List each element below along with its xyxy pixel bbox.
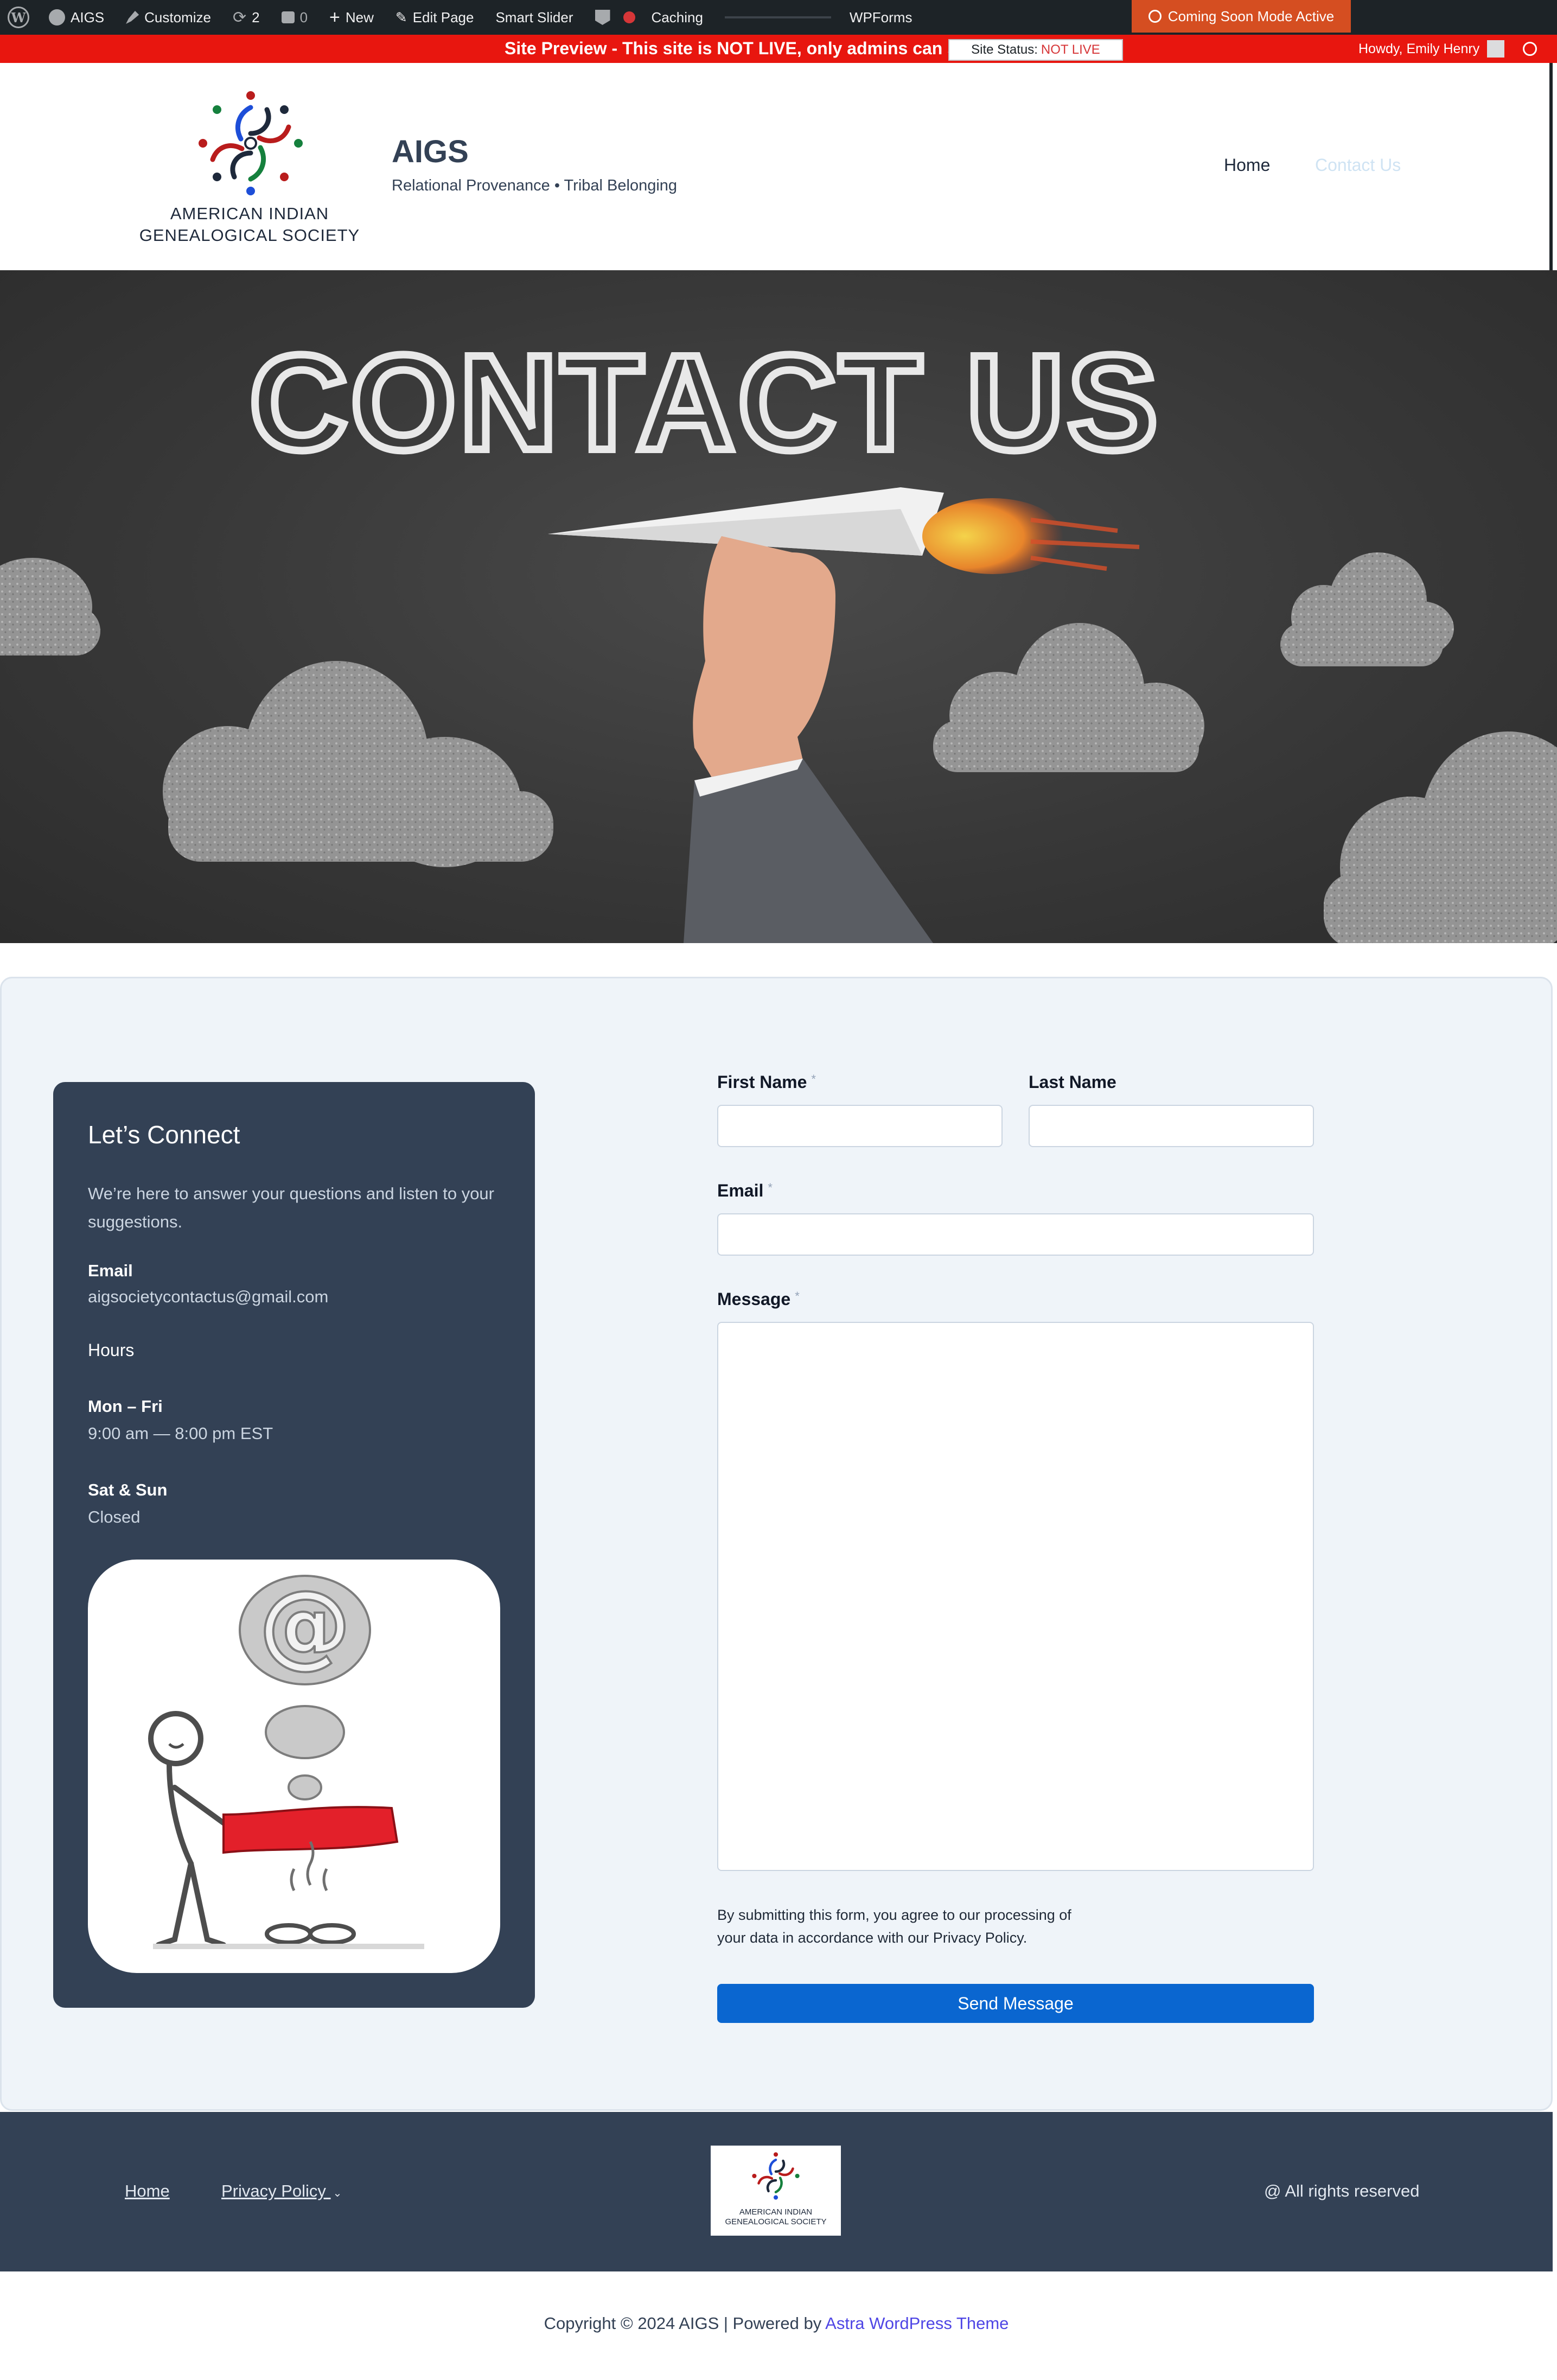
admin-updates-link[interactable]: ⟳ 2 xyxy=(233,8,260,27)
plus-icon: + xyxy=(329,7,340,28)
admin-wpforms-link[interactable]: WPForms xyxy=(850,9,912,26)
nav-contact-link[interactable]: Contact Us xyxy=(1315,155,1401,175)
smoke-signal-icon: @ xyxy=(148,1570,424,1949)
admin-customize-link[interactable]: Customize xyxy=(126,9,211,26)
info-heading: Let’s Connect xyxy=(88,1121,240,1149)
admin-site-link[interactable]: AIGS xyxy=(49,9,104,26)
search-icon[interactable] xyxy=(1523,42,1537,56)
weekend-label: Sat & Sun xyxy=(88,1480,168,1499)
flame-icon xyxy=(922,498,1063,574)
aigs-logo-icon xyxy=(752,2152,800,2200)
footer-privacy-link[interactable]: Privacy Policy ⌄ xyxy=(221,2181,342,2201)
site-tagline: Relational Provenance • Tribal Belonging xyxy=(392,177,678,194)
hero-headline: CONTACT US xyxy=(250,327,1161,478)
avatar xyxy=(1487,40,1505,58)
hours-label: Hours xyxy=(88,1340,135,1360)
required-marker: * xyxy=(795,1289,800,1303)
required-marker: * xyxy=(811,1072,816,1086)
footer-logo-text: AMERICAN INDIAN GENEALOGICAL SOCIETY xyxy=(725,2207,827,2226)
cloud-icon xyxy=(163,661,553,867)
cloud-icon xyxy=(1280,552,1454,666)
site-header: AMERICAN INDIAN GENEALOGICAL SOCIETY AIG… xyxy=(0,63,1553,270)
contact-info-card: Let’s Connect We’re here to answer your … xyxy=(53,1082,535,2008)
pencil-icon: ✎ xyxy=(395,9,407,26)
coming-soon-mode-button[interactable]: Coming Soon Mode Active xyxy=(1132,0,1351,33)
info-intro: We’re here to answer your questions and … xyxy=(88,1184,494,1231)
site-status-badge[interactable]: Site Status: NOT LIVE xyxy=(948,39,1123,61)
cloud-icon xyxy=(0,558,100,656)
wordpress-logo-icon[interactable]: W xyxy=(8,7,29,28)
cloud-icon xyxy=(1324,731,1557,943)
site-footer: Home Privacy Policy ⌄ AMERICAN INDIAN GE… xyxy=(0,2112,1553,2271)
chevron-down-icon: ⌄ xyxy=(333,2187,342,2199)
site-preview-notice: Site Preview - This site is NOT LIVE, on… xyxy=(0,35,1557,63)
astra-theme-link[interactable]: Astra WordPress Theme xyxy=(825,2314,1009,2333)
admin-smart-slider-link[interactable]: Smart Slider xyxy=(495,9,573,26)
site-title[interactable]: AIGS xyxy=(392,133,469,170)
weekend-hours: Closed xyxy=(88,1507,141,1526)
status-dot-icon xyxy=(623,11,635,23)
first-name-field[interactable] xyxy=(717,1105,1003,1147)
admin-seo-link[interactable] xyxy=(595,10,610,25)
preview-notice-text: Site Preview - This site is NOT LIVE, on… xyxy=(505,39,958,58)
nav-home-link[interactable]: Home xyxy=(1224,155,1270,175)
email-address[interactable]: aigsocietycontactus@gmail.com xyxy=(88,1287,328,1307)
site-logo[interactable]: AMERICAN INDIAN GENEALOGICAL SOCIETY xyxy=(136,89,363,246)
footer-logo[interactable]: AMERICAN INDIAN GENEALOGICAL SOCIETY xyxy=(711,2146,841,2236)
admin-progress-bar xyxy=(724,16,831,18)
admin-caching-link[interactable]: Caching xyxy=(652,9,703,26)
updates-icon: ⟳ xyxy=(232,8,247,27)
dashboard-icon xyxy=(49,9,65,26)
brush-icon xyxy=(126,11,139,24)
first-name-label: First Name * xyxy=(717,1072,816,1092)
email-field[interactable] xyxy=(717,1213,1314,1256)
admin-new-link[interactable]: + New xyxy=(329,7,374,28)
message-label: Message * xyxy=(717,1289,800,1309)
copyright-bar: Copyright © 2024 AIGS | Powered by Astra… xyxy=(544,2314,1009,2333)
weekday-label: Mon – Fri xyxy=(88,1397,163,1416)
cloud-icon xyxy=(933,623,1204,772)
weekday-hours: 9:00 am — 8:00 pm EST xyxy=(88,1424,273,1443)
email-field-label: Email * xyxy=(717,1181,773,1200)
coming-soon-icon xyxy=(1148,10,1162,23)
aigs-logo-icon xyxy=(199,91,303,195)
admin-seo-status-dot[interactable] xyxy=(623,11,635,23)
message-field[interactable] xyxy=(717,1322,1314,1871)
last-name-field[interactable] xyxy=(1029,1105,1314,1147)
admin-edit-page-link[interactable]: ✎ Edit Page xyxy=(395,9,474,26)
privacy-consent-note: By submitting this form, you agree to ou… xyxy=(717,1907,1071,1946)
seo-plugin-icon xyxy=(595,10,610,25)
svg-text:@: @ xyxy=(259,1571,351,1678)
smoke-signal-illustration: @ xyxy=(88,1560,500,1973)
admin-comments-link[interactable]: 0 xyxy=(281,9,308,26)
admin-account-menu[interactable]: Howdy, Emily Henry xyxy=(1358,35,1537,63)
logo-text: AMERICAN INDIAN GENEALOGICAL SOCIETY xyxy=(139,204,360,245)
hero-illustration: CONTACT US xyxy=(0,323,1557,943)
hero-banner: CONTACT US xyxy=(0,270,1557,943)
comment-icon xyxy=(281,11,295,23)
last-name-label: Last Name xyxy=(1029,1072,1116,1092)
email-label: Email xyxy=(88,1261,133,1280)
send-message-button[interactable]: Send Message xyxy=(717,1984,1314,2023)
required-marker: * xyxy=(768,1181,773,1194)
blanket-icon xyxy=(222,1806,399,1854)
footer-home-link[interactable]: Home xyxy=(125,2181,170,2201)
footer-rights-text: @ All rights reserved xyxy=(1264,2181,1420,2200)
